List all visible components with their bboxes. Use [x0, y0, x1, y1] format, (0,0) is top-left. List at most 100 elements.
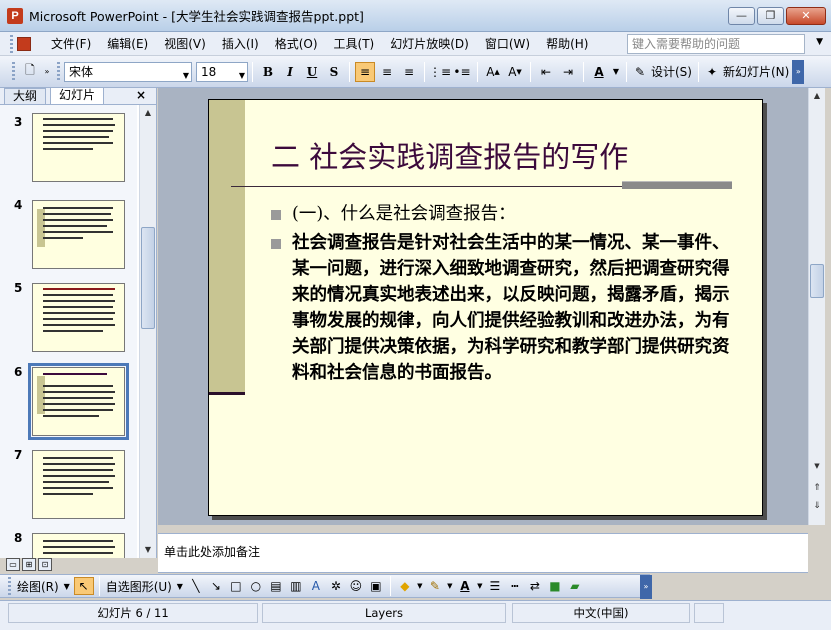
select-objects-icon[interactable]: ↖	[73, 577, 94, 595]
close-pane-icon[interactable]: ×	[136, 88, 146, 102]
decrease-font-size-icon[interactable]: A ▼	[505, 62, 525, 82]
diagram-icon[interactable]: ✲	[327, 577, 345, 595]
3d-style-icon[interactable]: ▰	[566, 577, 584, 595]
scroll-up-icon[interactable]: ▲	[140, 105, 156, 121]
restore-button[interactable]: ❐	[757, 7, 784, 25]
bullet-item[interactable]: 社会调查报告是针对社会生活中的某一情况、某一事件、某一问题，进行深入细致地调查研…	[271, 230, 731, 386]
fill-color-icon[interactable]: ◆	[396, 577, 414, 595]
scrollbar-thumb[interactable]	[810, 264, 824, 298]
chevron-down-icon[interactable]: ▼	[175, 577, 185, 595]
arrow-style-icon[interactable]: ⇄	[526, 577, 544, 595]
oval-tool-icon[interactable]: ○	[247, 577, 265, 595]
autoshapes-menu-button[interactable]: 自选图形(U)	[104, 578, 174, 595]
notes-placeholder[interactable]: 单击此处添加备注	[164, 543, 260, 560]
toolbar-grip-handle[interactable]	[12, 61, 15, 82]
slide-thumbnail[interactable]	[32, 113, 125, 182]
scrollbar-thumb[interactable]	[141, 227, 155, 329]
slide-sorter-view-icon[interactable]: ⊞	[22, 558, 36, 571]
toolbar-grip-handle[interactable]	[8, 577, 11, 595]
menu-tools[interactable]: 工具(T)	[326, 34, 383, 54]
scroll-down-icon[interactable]: ▼	[140, 542, 156, 558]
next-slide-icon[interactable]: ⇓	[809, 498, 825, 514]
slide-body[interactable]: (一)、什么是社会调查报告： 社会调查报告是针对社会生活中的某一情况、某一事件、…	[271, 201, 731, 386]
chevron-down-icon[interactable]: ▼	[416, 577, 424, 595]
menu-window[interactable]: 窗口(W)	[477, 34, 538, 54]
clip-art-icon[interactable]: ☺	[347, 577, 365, 595]
slide-scrollbar[interactable]: ▲ ▼ ⇑ ⇓	[808, 88, 825, 525]
toolbar-grip-handle-2[interactable]	[57, 61, 60, 82]
menu-edit[interactable]: 编辑(E)	[99, 34, 156, 54]
close-button[interactable]: ✕	[786, 7, 826, 25]
font-name-combo[interactable]: 宋体 ▼	[64, 61, 192, 82]
bullet-list-icon[interactable]: •≡	[452, 62, 472, 82]
help-search-input[interactable]: 键入需要帮助的问题	[627, 34, 805, 54]
dash-style-icon[interactable]: ┅	[506, 577, 524, 595]
slide-thumbnail-selected[interactable]	[28, 363, 129, 440]
line-color-icon[interactable]: ✎	[426, 577, 444, 595]
numbered-list-icon[interactable]: ⋮≡	[429, 62, 451, 82]
vertical-textbox-icon[interactable]: ▥	[287, 577, 305, 595]
menu-file[interactable]: 文件(F)	[43, 34, 99, 54]
align-left-icon[interactable]: ≡	[355, 61, 375, 82]
title-bar: P Microsoft PowerPoint - [大学生社会实践调查报告ppt…	[0, 0, 831, 32]
bullet-item[interactable]: (一)、什么是社会调查报告：	[271, 201, 731, 227]
new-document-icon[interactable]: 🗋	[20, 62, 40, 82]
help-dropdown-icon[interactable]: ▼	[816, 37, 823, 47]
slide-thumbnail[interactable]	[32, 533, 125, 558]
menu-grip-handle[interactable]	[10, 34, 13, 53]
menu-format[interactable]: 格式(O)	[267, 34, 326, 54]
shadow-style-icon[interactable]: ■	[546, 577, 564, 595]
tab-slides[interactable]: 幻灯片	[50, 87, 105, 104]
arrow-tool-icon[interactable]: ↘	[207, 577, 225, 595]
increase-font-size-icon[interactable]: A ▲	[483, 62, 503, 82]
increase-indent-icon[interactable]: ⇥	[558, 62, 578, 82]
tab-outline[interactable]: 大纲	[4, 88, 47, 104]
toolbar-options-chevron-icon[interactable]: »	[42, 62, 52, 82]
italic-button[interactable]: I	[280, 62, 300, 82]
document-icon[interactable]	[17, 36, 31, 51]
chevron-down-icon[interactable]: ▼	[62, 577, 72, 595]
design-button[interactable]: 设计(S)	[649, 63, 694, 80]
line-style-icon[interactable]: ☰	[486, 577, 504, 595]
slide-title[interactable]: 二 社会实践调查报告的写作	[271, 134, 628, 176]
wordart-icon[interactable]: A	[307, 577, 325, 595]
menu-help[interactable]: 帮助(H)	[538, 34, 596, 54]
font-color-dropdown-icon[interactable]: ▼	[611, 62, 621, 82]
font-color-icon[interactable]: A	[456, 577, 474, 595]
current-slide[interactable]: 二 社会实践调查报告的写作 (一)、什么是社会调查报告： 社会调查报告是针对社会…	[208, 99, 763, 516]
rectangle-tool-icon[interactable]: □	[227, 577, 245, 595]
menu-view[interactable]: 视图(V)	[156, 34, 214, 54]
font-size-combo[interactable]: 18 ▼	[196, 61, 248, 82]
shadow-button[interactable]: S	[324, 62, 344, 82]
toolbar-overflow-chevron-icon[interactable]: »	[792, 59, 805, 84]
new-slide-button[interactable]: 新幻灯片(N)	[721, 63, 791, 80]
underline-button[interactable]: U	[302, 62, 322, 82]
menu-insert[interactable]: 插入(I)	[214, 34, 267, 54]
bold-button[interactable]: B	[258, 62, 278, 82]
menu-slideshow[interactable]: 幻灯片放映(D)	[382, 34, 477, 54]
normal-view-icon[interactable]: ▭	[6, 558, 20, 571]
slide-thumbnail[interactable]	[32, 200, 125, 269]
toolbar-overflow-chevron-icon[interactable]: »	[640, 575, 652, 599]
line-tool-icon[interactable]: ╲	[187, 577, 205, 595]
minimize-button[interactable]: —	[728, 7, 755, 25]
thumbnails-scrollbar[interactable]: ▲ ▼	[139, 105, 156, 558]
scroll-up-icon[interactable]: ▲	[809, 88, 825, 104]
slide-thumbnail[interactable]	[32, 283, 125, 352]
notes-pane[interactable]: 单击此处添加备注	[158, 533, 808, 573]
toolbar-separator	[697, 61, 699, 82]
slideshow-view-icon[interactable]: ⊡	[38, 558, 52, 571]
chevron-down-icon[interactable]: ▼	[476, 577, 484, 595]
font-color-icon[interactable]: A	[589, 62, 609, 82]
previous-slide-icon[interactable]: ⇑	[809, 480, 825, 496]
chevron-down-icon[interactable]: ▼	[446, 577, 454, 595]
textbox-tool-icon[interactable]: ▤	[267, 577, 285, 595]
powerpoint-app-icon[interactable]: P	[7, 7, 23, 24]
decrease-indent-icon[interactable]: ⇤	[536, 62, 556, 82]
insert-picture-icon[interactable]: ▣	[367, 577, 385, 595]
slide-thumbnail[interactable]	[32, 450, 125, 519]
draw-menu-button[interactable]: 绘图(R)	[15, 578, 61, 595]
align-center-icon[interactable]: ≡	[377, 62, 397, 82]
align-right-icon[interactable]: ≡	[399, 62, 419, 82]
scroll-down-icon[interactable]: ▼	[809, 462, 825, 478]
